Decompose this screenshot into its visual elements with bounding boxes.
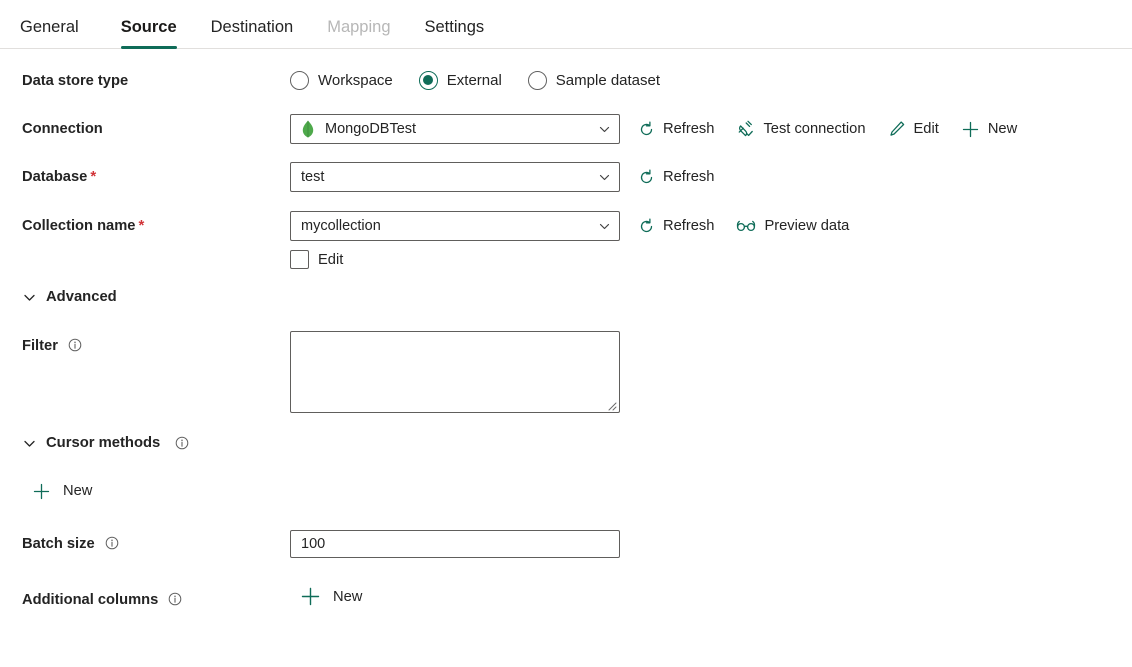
collection-commands: Refresh Preview data [638, 218, 849, 235]
collection-name-label: Collection name * [0, 211, 290, 236]
plus-icon [300, 586, 321, 607]
cursor-methods-new-spacer: New [0, 481, 92, 501]
section-label: Cursor methods [46, 435, 161, 451]
glasses-icon [736, 219, 756, 233]
collection-name-value: mycollection [301, 218, 381, 234]
collection-name-dropdown[interactable]: mycollection [290, 211, 620, 241]
row-connection: Connection MongoDBTest Refresh Test conn… [0, 114, 1132, 144]
database-label-text: Database [22, 169, 88, 185]
tab-settings[interactable]: Settings [411, 18, 499, 49]
radio-dot [290, 71, 309, 90]
connection-refresh-button[interactable]: Refresh [638, 121, 714, 138]
command-label: Edit [913, 121, 939, 137]
info-icon[interactable] [105, 536, 119, 550]
command-label: Test connection [763, 121, 866, 137]
radio-sample-dataset[interactable]: Sample dataset [527, 71, 661, 90]
additional-columns-new-button[interactable]: New [290, 586, 362, 607]
section-label: Advanced [46, 289, 117, 305]
tab-strip: General Source Destination Mapping Setti… [0, 0, 1132, 49]
command-label: New [987, 121, 1018, 137]
filter-textarea[interactable] [290, 331, 620, 413]
chevron-down-icon [598, 123, 611, 136]
radio-external[interactable]: External [418, 71, 502, 90]
row-cursor-methods-new: New [0, 481, 1132, 501]
plug-check-icon [736, 120, 755, 138]
connection-edit-button[interactable]: Edit [888, 120, 939, 138]
connection-dropdown[interactable]: MongoDBTest [290, 114, 620, 144]
additional-columns-label: Additional columns [0, 586, 290, 610]
database-commands: Refresh [638, 169, 714, 186]
batch-size-label: Batch size [0, 530, 290, 554]
database-label: Database * [0, 162, 290, 187]
tab-source[interactable]: Source [107, 18, 191, 49]
refresh-icon [638, 121, 655, 138]
chevron-down-icon [22, 436, 37, 451]
database-dropdown[interactable]: test [290, 162, 620, 192]
chevron-down-icon [598, 171, 611, 184]
row-data-store-type: Data store type Workspace External Sampl… [0, 71, 1132, 91]
command-label: Refresh [663, 169, 715, 185]
required-asterisk: * [138, 217, 145, 234]
connection-label: Connection [22, 121, 103, 137]
preview-data-button[interactable]: Preview data [736, 218, 849, 234]
required-asterisk: * [90, 168, 97, 185]
row-additional-columns: Additional columns New [0, 586, 1132, 610]
data-store-type-label: Data store type [22, 73, 129, 89]
chevron-down-icon [22, 290, 37, 305]
tab-mapping: Mapping [327, 17, 391, 36]
radio-label: Workspace [318, 72, 393, 89]
radio-workspace[interactable]: Workspace [290, 71, 393, 90]
radio-label: External [446, 72, 502, 89]
command-label: Preview data [764, 218, 850, 234]
mongodb-leaf-icon [301, 120, 315, 138]
test-connection-button[interactable]: Test connection [736, 120, 866, 138]
filter-label-text: Filter [22, 338, 58, 354]
radio-label: Sample dataset [555, 72, 661, 89]
database-refresh-button[interactable]: Refresh [638, 169, 714, 186]
new-label: New [63, 483, 93, 499]
checkbox-box [290, 250, 309, 269]
connection-value: MongoDBTest [325, 121, 417, 137]
collection-edit-checkbox[interactable]: Edit [290, 250, 343, 269]
batch-size-label-text: Batch size [22, 536, 95, 552]
row-filter: Filter [0, 331, 1132, 413]
command-label: Refresh [663, 218, 715, 234]
new-label: New [333, 588, 363, 605]
connection-commands: Refresh Test connection Edit New [638, 120, 1017, 139]
row-batch-size: Batch size 100 [0, 530, 1132, 558]
radio-dot [418, 71, 438, 90]
refresh-icon [638, 169, 655, 186]
row-collection-name: Collection name * mycollection Refresh P… [0, 211, 1132, 269]
batch-size-value: 100 [301, 536, 326, 552]
collection-refresh-button[interactable]: Refresh [638, 218, 714, 235]
pencil-icon [888, 120, 906, 138]
section-cursor-methods[interactable]: Cursor methods [0, 435, 1132, 451]
tab-destination[interactable]: Destination [197, 18, 308, 49]
cursor-methods-new-button[interactable]: New [32, 481, 92, 501]
data-store-type-radio-group: Workspace External Sample dataset [290, 71, 660, 90]
checkbox-label: Edit [318, 251, 344, 268]
chevron-down-icon [598, 220, 611, 233]
batch-size-input[interactable]: 100 [290, 530, 620, 558]
command-label: Refresh [663, 121, 715, 137]
info-icon[interactable] [68, 338, 82, 352]
source-form: Data store type Workspace External Sampl… [0, 49, 1132, 610]
filter-label: Filter [0, 331, 290, 356]
radio-dot [527, 71, 547, 90]
info-icon[interactable] [175, 436, 189, 450]
additional-columns-label-text: Additional columns [22, 592, 159, 608]
section-advanced[interactable]: Advanced [0, 289, 1132, 305]
plus-icon [961, 120, 980, 139]
tab-general[interactable]: General [20, 18, 93, 49]
info-icon[interactable] [168, 592, 182, 606]
plus-icon [32, 482, 51, 501]
collection-name-label-text: Collection name [22, 218, 136, 234]
refresh-icon [638, 218, 655, 235]
resize-grip-icon [608, 402, 617, 411]
row-database: Database * test Refresh [0, 162, 1132, 192]
database-value: test [301, 169, 325, 185]
connection-new-button[interactable]: New [961, 120, 1017, 139]
